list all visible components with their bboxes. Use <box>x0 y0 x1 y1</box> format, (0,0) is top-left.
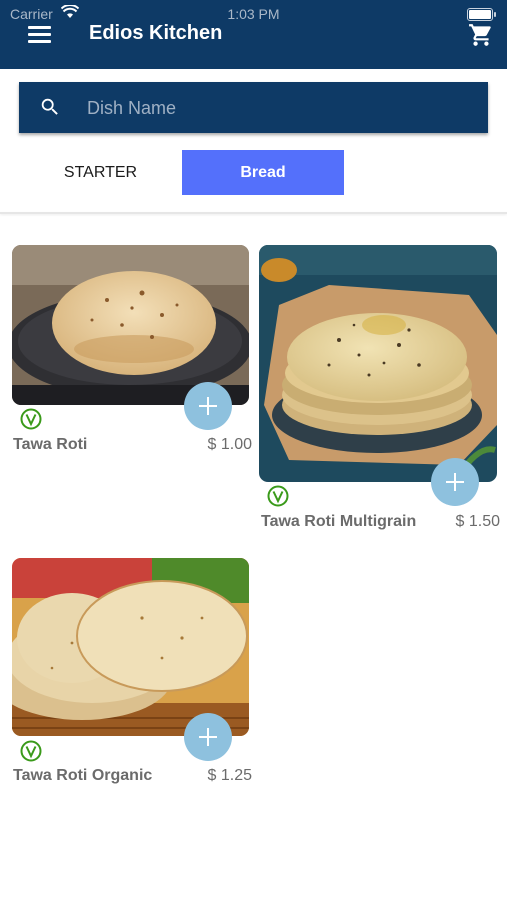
add-button[interactable] <box>184 382 232 430</box>
battery-icon <box>467 8 496 21</box>
dish-price: $ 1.00 <box>207 436 252 453</box>
divider <box>0 212 507 214</box>
search-input[interactable] <box>85 92 479 124</box>
search-icon <box>41 98 58 115</box>
dish-image <box>259 245 497 482</box>
status-time: 1:03 PM <box>227 6 280 22</box>
dish-price: $ 1.50 <box>455 513 500 530</box>
veg-icon <box>20 740 42 762</box>
dish-name: Tawa Roti <box>13 436 88 453</box>
tab-starter[interactable]: STARTER <box>20 150 181 195</box>
shopping-cart-icon[interactable] <box>468 22 494 48</box>
veg-icon <box>267 485 289 507</box>
dish-name: Tawa Roti Multigrain <box>261 513 417 530</box>
veg-icon <box>20 408 42 430</box>
tab-bread[interactable]: Bread <box>182 150 344 195</box>
dish-price: $ 1.25 <box>207 767 252 784</box>
dish-card[interactable]: Tawa Roti Organic $ 1.25 <box>12 558 252 788</box>
search-bar <box>19 82 488 133</box>
app-bar: Carrier 1:03 PM Edios Kitchen <box>0 0 507 69</box>
dish-image <box>12 245 249 405</box>
dish-name: Tawa Roti Organic <box>13 767 153 784</box>
add-button[interactable] <box>184 713 232 761</box>
dish-card[interactable]: Tawa Roti $ 1.00 <box>12 245 252 460</box>
dish-card[interactable]: Tawa Roti Multigrain $ 1.50 <box>259 245 500 537</box>
hamburger-menu-icon[interactable] <box>28 26 52 44</box>
dish-image <box>12 558 249 736</box>
app-title: Edios Kitchen <box>89 22 223 44</box>
add-button[interactable] <box>431 458 479 506</box>
